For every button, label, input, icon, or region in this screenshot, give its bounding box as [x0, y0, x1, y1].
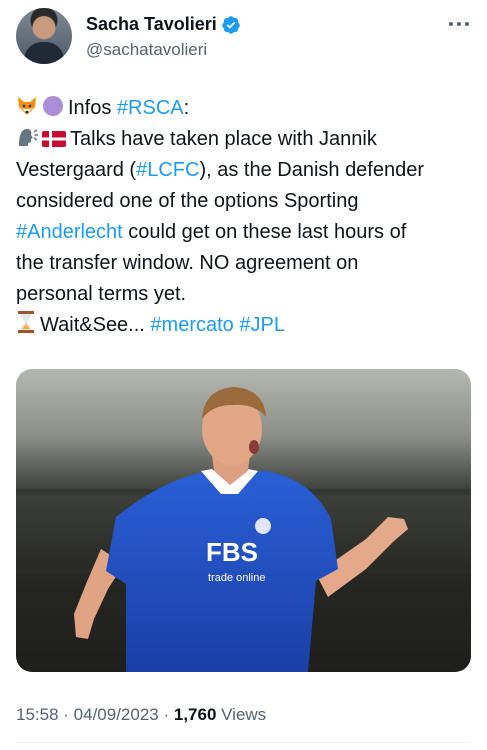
meta-separator: · [158, 705, 174, 724]
line5-post: could get on these last hours of [122, 221, 407, 243]
tweet-line: Wait&See... #mercato #JPL [16, 310, 471, 341]
line2-text: Talks have taken place with Jannik [70, 128, 377, 150]
tweet-line: Talks have taken place with Jannik [16, 124, 471, 155]
author-name-row[interactable]: Sacha Tavolieri [86, 14, 241, 35]
hashtag-jpl[interactable]: #JPL [239, 314, 285, 336]
divider [16, 742, 471, 743]
line1-end: : [183, 97, 190, 119]
tweet-meta: 15:58 · 04/09/2023 · 1,760 Views [16, 705, 266, 725]
shirt-sponsor: FBS [206, 537, 258, 567]
verified-badge-icon [221, 15, 240, 34]
tweet-date[interactable]: 04/09/2023 [74, 705, 159, 724]
line1-text: Infos [68, 97, 117, 119]
meta-separator: · [58, 705, 74, 724]
author-handle[interactable]: @sachatavolieri [86, 40, 207, 60]
views-label: Views [216, 705, 267, 724]
fox-emoji-icon [18, 97, 36, 115]
line3-pre: Vestergaard ( [16, 159, 137, 181]
speaking-head-emoji-icon [19, 129, 38, 146]
hashtag-anderlecht[interactable]: #Anderlecht [16, 221, 123, 243]
tweet-line: Infos #RSCA: [16, 93, 471, 124]
more-options-icon[interactable] [449, 16, 471, 32]
hashtag-mercato[interactable]: #mercato [150, 314, 233, 336]
tweet-time[interactable]: 15:58 [16, 705, 59, 724]
hashtag-rsca[interactable]: #RSCA [117, 97, 184, 119]
line3-post: ), as the Danish defender [199, 159, 425, 181]
tweet-line: personal terms yet. [16, 283, 187, 305]
tweet-header: Sacha Tavolieri @sachatavolieri [16, 8, 471, 68]
hourglass-emoji-icon [18, 311, 34, 333]
hashtag-lcfc[interactable]: #LCFC [136, 159, 199, 181]
tweet-line: considered one of the options Sporting [16, 190, 359, 212]
denmark-flag-emoji-icon [42, 131, 66, 147]
author-name[interactable]: Sacha Tavolieri [86, 14, 217, 35]
tweet-text: Infos #RSCA: Talks have taken place with… [16, 93, 471, 341]
player-photo: FBS trade online [16, 387, 471, 672]
line8-text: Wait&See... [40, 314, 151, 336]
tweet-line: #Anderlecht could get on these last hour… [16, 217, 471, 248]
shirt-sponsor-sub: trade online [208, 572, 266, 584]
views-count: 1,760 [173, 705, 217, 724]
tweet-line: the transfer window. NO agreement on [16, 252, 359, 274]
avatar[interactable] [16, 8, 72, 64]
tweet-line: Vestergaard (#LCFC), as the Danish defen… [16, 155, 471, 186]
purple-circle-emoji-icon [43, 96, 63, 116]
tweet-photo[interactable]: FBS trade online [16, 369, 471, 672]
